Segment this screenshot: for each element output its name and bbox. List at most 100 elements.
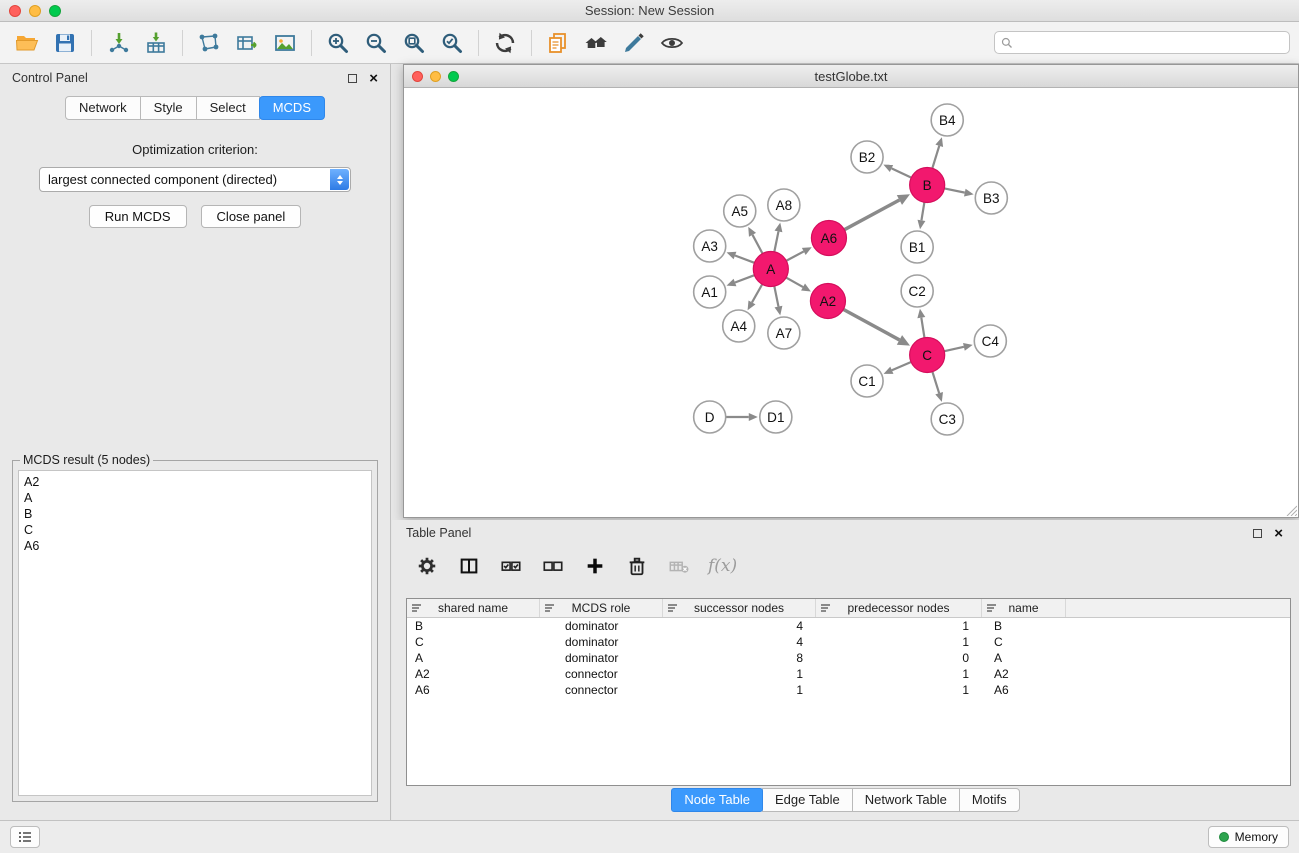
table-cell[interactable]: A	[407, 650, 540, 666]
result-item[interactable]: A	[24, 490, 366, 506]
result-item[interactable]: A2	[24, 474, 366, 490]
graph-node-A6[interactable]: A6	[811, 221, 846, 256]
table-cell[interactable]: connector	[540, 682, 663, 698]
table-row[interactable]: Adominator80A	[407, 650, 1290, 666]
open-session-button[interactable]	[8, 27, 46, 59]
table-cell[interactable]: B	[407, 618, 540, 634]
graph-node-C[interactable]: C	[910, 338, 945, 373]
table-cell[interactable]: 1	[663, 682, 816, 698]
close-table-panel-icon[interactable]: ×	[1274, 526, 1283, 541]
home-network-button[interactable]	[577, 27, 615, 59]
network-window-titlebar[interactable]: testGlobe.txt	[404, 65, 1298, 88]
table-cell[interactable]: connector	[540, 666, 663, 682]
select-all-button[interactable]	[496, 551, 526, 581]
optimization-criterion-dropdown[interactable]: largest connected component (directed)	[39, 167, 351, 192]
save-session-button[interactable]	[46, 27, 84, 59]
graph-edge[interactable]	[786, 278, 803, 287]
table-cell[interactable]: 1	[816, 618, 982, 634]
show-hide-button[interactable]	[653, 27, 691, 59]
graph-node-C1[interactable]: C1	[851, 365, 883, 397]
table-row[interactable]: Bdominator41B	[407, 618, 1290, 634]
graph-edge[interactable]	[786, 251, 803, 260]
graph-edge[interactable]	[944, 188, 964, 192]
function-builder-button[interactable]: f(x)	[708, 556, 737, 576]
graph-node-C2[interactable]: C2	[901, 275, 933, 307]
table-cell[interactable]: 1	[816, 666, 982, 682]
result-item[interactable]: C	[24, 522, 366, 538]
table-cell[interactable]: B	[982, 618, 1066, 634]
graph-node-D1[interactable]: D1	[760, 401, 792, 433]
table-cell[interactable]: dominator	[540, 618, 663, 634]
export-image-button[interactable]	[266, 27, 304, 59]
tab-motifs[interactable]: Motifs	[959, 788, 1020, 812]
resize-grip-icon[interactable]	[1284, 503, 1297, 516]
zoom-fit-button[interactable]	[395, 27, 433, 59]
graph-edge[interactable]	[892, 168, 912, 177]
import-network-button[interactable]	[99, 27, 137, 59]
add-row-button[interactable]	[580, 551, 610, 581]
graph-node-B1[interactable]: B1	[901, 231, 933, 263]
column-header[interactable]: predecessor nodes	[816, 599, 982, 617]
delete-row-button[interactable]	[622, 551, 652, 581]
search-field[interactable]	[994, 31, 1290, 54]
table-cell[interactable]: A2	[407, 666, 540, 682]
refresh-button[interactable]	[486, 27, 524, 59]
task-history-button[interactable]	[10, 826, 40, 848]
float-table-panel-icon[interactable]	[1253, 529, 1262, 538]
graph-node-C4[interactable]: C4	[974, 325, 1006, 357]
graph-edge[interactable]	[735, 256, 754, 263]
graph-node-A3[interactable]: A3	[694, 230, 726, 262]
table-cell[interactable]: 4	[663, 618, 816, 634]
graph-edge[interactable]	[753, 235, 763, 254]
result-item[interactable]: B	[24, 506, 366, 522]
export-network-button[interactable]	[190, 27, 228, 59]
tab-node-table[interactable]: Node Table	[671, 788, 763, 812]
deselect-all-button[interactable]	[538, 551, 568, 581]
table-cell[interactable]: A	[982, 650, 1066, 666]
graph-edge[interactable]	[774, 286, 778, 306]
graph-node-C3[interactable]: C3	[931, 403, 963, 435]
table-settings-button[interactable]	[412, 551, 442, 581]
import-table-button[interactable]	[137, 27, 175, 59]
table-row[interactable]: Cdominator41C	[407, 634, 1290, 650]
network-canvas[interactable]: B4B2BB3A5A8A6B1A3AC2A1A2A4A7C4CC1C3DD1	[404, 88, 1298, 517]
column-header[interactable]: successor nodes	[663, 599, 816, 617]
show-columns-button[interactable]	[454, 551, 484, 581]
zoom-selected-button[interactable]	[433, 27, 471, 59]
graph-node-A1[interactable]: A1	[694, 276, 726, 308]
table-cell[interactable]: dominator	[540, 650, 663, 666]
zoom-in-button[interactable]	[319, 27, 357, 59]
graph-edge[interactable]	[774, 231, 778, 251]
copy-document-button[interactable]	[539, 27, 577, 59]
table-cell[interactable]: A2	[982, 666, 1066, 682]
column-header[interactable]: MCDS role	[540, 599, 663, 617]
search-input[interactable]	[1017, 36, 1289, 50]
graph-node-A2[interactable]: A2	[810, 284, 845, 319]
table-cell[interactable]: dominator	[540, 634, 663, 650]
table-cell[interactable]: 4	[663, 634, 816, 650]
tab-edge-table[interactable]: Edge Table	[762, 788, 853, 812]
tab-style[interactable]: Style	[140, 96, 197, 120]
graph-edge[interactable]	[844, 200, 899, 230]
graph-edge[interactable]	[921, 318, 924, 338]
export-table-button[interactable]	[228, 27, 266, 59]
table-cell[interactable]: A6	[982, 682, 1066, 698]
graph-edge[interactable]	[892, 362, 911, 370]
table-cell[interactable]: 1	[816, 634, 982, 650]
graph-edge[interactable]	[932, 146, 939, 168]
run-mcds-button[interactable]: Run MCDS	[89, 205, 187, 228]
tab-mcds[interactable]: MCDS	[259, 96, 325, 120]
table-cell[interactable]: C	[407, 634, 540, 650]
column-header[interactable]: name	[982, 599, 1066, 617]
graph-edge[interactable]	[932, 372, 939, 394]
delete-table-button[interactable]	[664, 551, 694, 581]
table-cell[interactable]: C	[982, 634, 1066, 650]
tab-network-table[interactable]: Network Table	[852, 788, 960, 812]
float-panel-icon[interactable]	[348, 74, 357, 83]
graph-edge[interactable]	[944, 347, 964, 351]
graph-node-B3[interactable]: B3	[975, 182, 1007, 214]
table-cell[interactable]: 0	[816, 650, 982, 666]
graph-node-B[interactable]: B	[910, 168, 945, 203]
graph-edge[interactable]	[921, 202, 924, 220]
close-panel-icon[interactable]: ×	[369, 71, 378, 86]
